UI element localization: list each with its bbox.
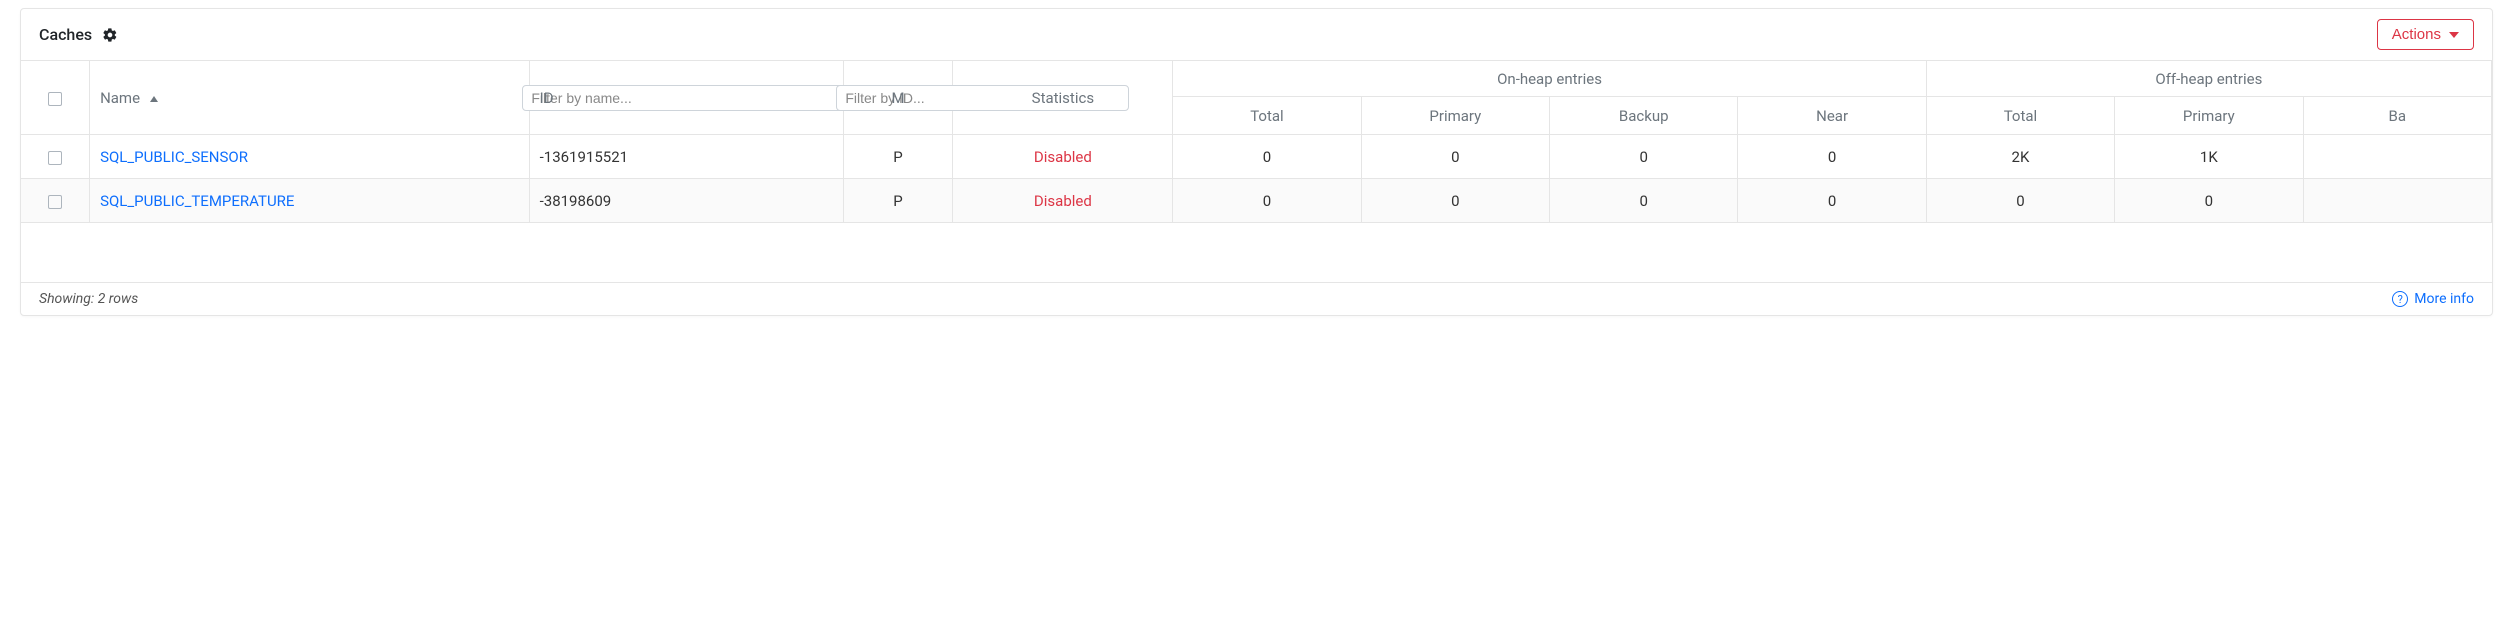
cell-id: -38198609 [530, 179, 844, 223]
cell-onheap-total: 0 [1173, 179, 1361, 223]
table-body: SQL_PUBLIC_SENSOR -1361915521 P Disabled… [21, 135, 2492, 283]
panel-footer: Showing: 2 rows ? More info [21, 283, 2492, 315]
header-offheap-total[interactable]: Total [1927, 97, 2115, 135]
cell-m: P [844, 179, 954, 223]
cell-onheap-primary: 0 [1362, 135, 1550, 179]
cell-m: P [844, 135, 954, 179]
panel-title: Caches [39, 25, 92, 44]
help-icon: ? [2392, 291, 2408, 307]
cell-onheap-near: 0 [1738, 135, 1926, 179]
cell-onheap-near: 0 [1738, 179, 1926, 223]
header-on-heap-group: On-heap entries [1173, 61, 1927, 97]
header-onheap-primary[interactable]: Primary [1362, 97, 1550, 135]
cell-offheap-backup [2304, 179, 2492, 223]
cell-onheap-backup: 0 [1550, 135, 1738, 179]
header-onheap-total[interactable]: Total [1173, 97, 1361, 135]
cell-statistics: Disabled [1034, 192, 1092, 210]
cell-onheap-backup: 0 [1550, 179, 1738, 223]
cell-offheap-backup [2304, 135, 2492, 179]
table-row[interactable]: SQL_PUBLIC_SENSOR -1361915521 P Disabled… [21, 135, 2492, 179]
header-id: ID [530, 61, 844, 135]
table-empty-space [21, 223, 2492, 283]
cell-onheap-total: 0 [1173, 135, 1361, 179]
table-scroll[interactable]: Name ID M Statistics On-heap entries Off… [21, 60, 2492, 283]
cell-offheap-total: 0 [1927, 179, 2115, 223]
header-name-label: Name [100, 89, 140, 107]
actions-button[interactable]: Actions [2377, 19, 2474, 50]
header-offheap-primary[interactable]: Primary [2115, 97, 2303, 135]
cache-name-link[interactable]: SQL_PUBLIC_SENSOR [100, 148, 248, 166]
header-onheap-backup[interactable]: Backup [1550, 97, 1738, 135]
caches-panel: Caches Actions Name [20, 8, 2493, 316]
cell-statistics: Disabled [1034, 148, 1092, 166]
caches-table: Name ID M Statistics On-heap entries Off… [21, 61, 2492, 283]
header-offheap-backup[interactable]: Ba [2304, 97, 2492, 135]
cell-offheap-total: 2K [1927, 135, 2115, 179]
more-info-label: More info [2414, 291, 2474, 307]
header-checkbox-cell [21, 61, 90, 135]
header-id-label: ID [540, 89, 833, 107]
cache-name-link[interactable]: SQL_PUBLIC_TEMPERATURE [100, 192, 294, 210]
gear-icon[interactable] [102, 27, 118, 43]
row-checkbox[interactable] [48, 195, 62, 209]
sort-asc-icon [150, 96, 158, 102]
header-name[interactable]: Name [90, 61, 530, 135]
cell-id: -1361915521 [530, 135, 844, 179]
cell-onheap-primary: 0 [1362, 179, 1550, 223]
cell-offheap-primary: 0 [2115, 179, 2303, 223]
panel-header: Caches Actions [21, 9, 2492, 60]
select-all-checkbox[interactable] [48, 92, 62, 106]
more-info-link[interactable]: ? More info [2392, 291, 2474, 307]
cell-offheap-primary: 1K [2115, 135, 2303, 179]
row-checkbox[interactable] [48, 151, 62, 165]
actions-label: Actions [2392, 26, 2441, 43]
showing-text: Showing: 2 rows [39, 291, 138, 307]
table-row[interactable]: SQL_PUBLIC_TEMPERATURE -38198609 P Disab… [21, 179, 2492, 223]
header-off-heap-group: Off-heap entries [1927, 61, 2492, 97]
caret-down-icon [2449, 32, 2459, 38]
header-onheap-near[interactable]: Near [1738, 97, 1926, 135]
